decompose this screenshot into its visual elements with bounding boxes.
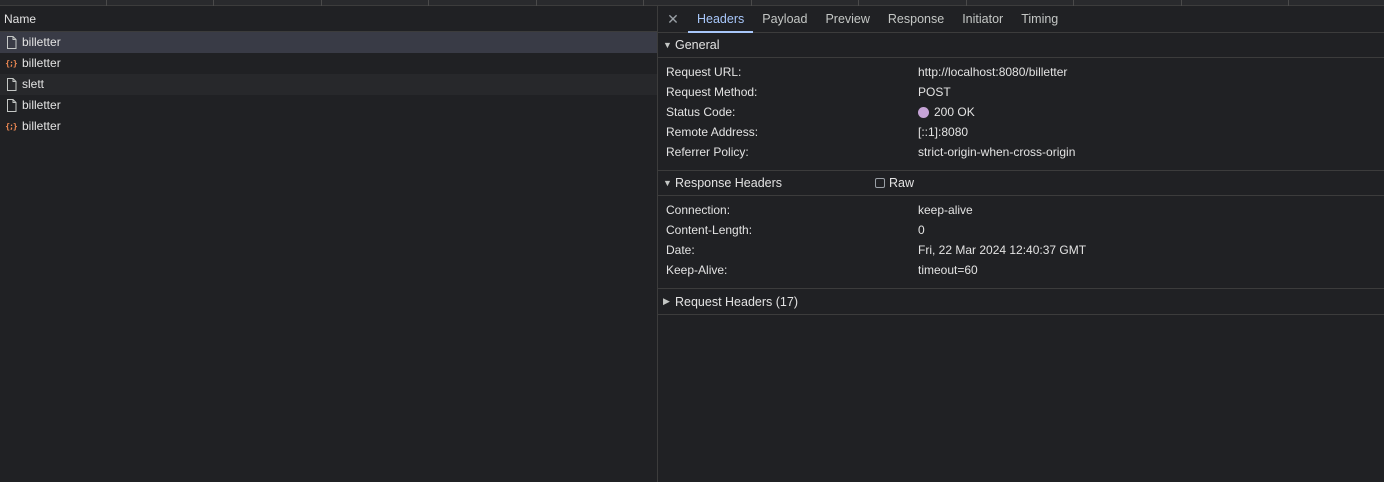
raw-checkbox[interactable] [875, 178, 886, 188]
request-list: billetter {;} billetter slett billetter {;} bi… [0, 32, 657, 137]
request-row[interactable]: billetter [0, 95, 657, 116]
request-name: billetter [22, 35, 61, 49]
status-dot-icon [918, 106, 929, 118]
header-row: Referrer Policy: strict-origin-when-cross… [658, 142, 1384, 162]
request-details-pane: ✕ Headers Payload Preview Response Initiator… [658, 6, 1384, 482]
header-row: Keep-Alive: timeout=60 [658, 260, 1384, 280]
header-key: Request Method: [666, 85, 758, 99]
response-header-rows: Connection: keep-alive Content-Length: 0 Dat… [658, 196, 1384, 289]
header-row: Date: Fri, 22 Mar 2024 12:40:37 GMT [658, 240, 1384, 260]
header-value: [::1]:8080 [918, 125, 969, 139]
details-tabbar: ✕ Headers Payload Preview Response Initiator… [658, 6, 1384, 33]
header-value: 0 [918, 223, 925, 237]
header-key: Content-Length: [666, 223, 753, 237]
header-key: Keep-Alive: [666, 263, 728, 277]
header-key: Remote Address: [666, 125, 759, 139]
tab-response[interactable]: Response [879, 6, 953, 32]
header-row: Request URL: http://localhost:8080/billet… [658, 62, 1384, 82]
document-icon [5, 99, 17, 112]
json-icon: {;} [5, 122, 17, 131]
header-value: keep-alive [918, 203, 973, 217]
section-title: Request Headers (17) [675, 294, 798, 309]
header-row: Status Code: 200 OK [658, 102, 1384, 122]
general-section: ▼ General Request URL: http://localhost:8… [658, 33, 1384, 171]
status-text: 200 OK [934, 105, 975, 119]
general-rows: Request URL: http://localhost:8080/billet… [658, 58, 1384, 171]
document-icon [5, 78, 17, 91]
expanded-triangle-icon: ▼ [663, 178, 672, 188]
general-section-header[interactable]: ▼ General [658, 33, 1384, 58]
response-headers-section-header[interactable]: ▼ Response Headers Raw [658, 171, 1384, 196]
header-key: Status Code: [666, 105, 736, 119]
tab-list: Headers Payload Preview Response Initiator Ti… [688, 6, 1067, 33]
header-key: Request URL: [666, 65, 742, 79]
request-name: billetter [22, 119, 61, 133]
close-icon[interactable]: ✕ [658, 6, 688, 32]
request-name: slett [22, 77, 45, 91]
header-value: http://localhost:8080/billetter [918, 65, 1068, 79]
request-row[interactable]: {;} billetter [0, 53, 657, 74]
document-icon [5, 36, 17, 49]
section-title: General [675, 38, 720, 52]
raw-toggle[interactable]: Raw [875, 176, 914, 190]
request-row[interactable]: {;} billetter [0, 116, 657, 137]
header-value: POST [918, 85, 951, 99]
header-value: timeout=60 [918, 263, 978, 277]
header-row: Connection: keep-alive [658, 200, 1384, 220]
json-icon: {;} [5, 59, 17, 68]
request-name: billetter [22, 98, 61, 112]
tab-preview[interactable]: Preview [816, 6, 878, 32]
header-row: Remote Address: [::1]:8080 [658, 122, 1384, 142]
name-column-header[interactable]: Name [0, 6, 657, 32]
collapsed-triangle-icon: ▶ [663, 296, 670, 306]
header-value: 200 OK [918, 102, 975, 122]
header-row: Content-Length: 0 [658, 220, 1384, 240]
request-headers-section: ▶ Request Headers (17) [658, 289, 1384, 315]
request-list-pane: Name billetter {;} billetter slett billetter… [0, 6, 658, 482]
expanded-triangle-icon: ▼ [663, 40, 672, 50]
request-row[interactable]: slett [0, 74, 657, 95]
request-headers-section-header[interactable]: ▶ Request Headers (17) [658, 289, 1384, 315]
tab-initiator[interactable]: Initiator [953, 6, 1012, 32]
raw-label: Raw [889, 176, 915, 190]
response-headers-section: ▼ Response Headers Raw Connection: keep-a… [658, 171, 1384, 289]
header-key: Connection: [666, 203, 731, 217]
header-key: Date: [666, 243, 695, 257]
section-title: Response Headers [675, 176, 783, 190]
tab-headers[interactable]: Headers [688, 6, 754, 33]
header-row: Request Method: POST [658, 82, 1384, 102]
request-row[interactable]: billetter [0, 32, 657, 53]
header-value: strict-origin-when-cross-origin [918, 145, 1076, 159]
tab-payload[interactable]: Payload [753, 6, 816, 32]
tab-timing[interactable]: Timing [1012, 6, 1067, 32]
header-key: Referrer Policy: [666, 145, 749, 159]
header-value: Fri, 22 Mar 2024 12:40:37 GMT [918, 243, 1087, 257]
request-name: billetter [22, 56, 61, 70]
